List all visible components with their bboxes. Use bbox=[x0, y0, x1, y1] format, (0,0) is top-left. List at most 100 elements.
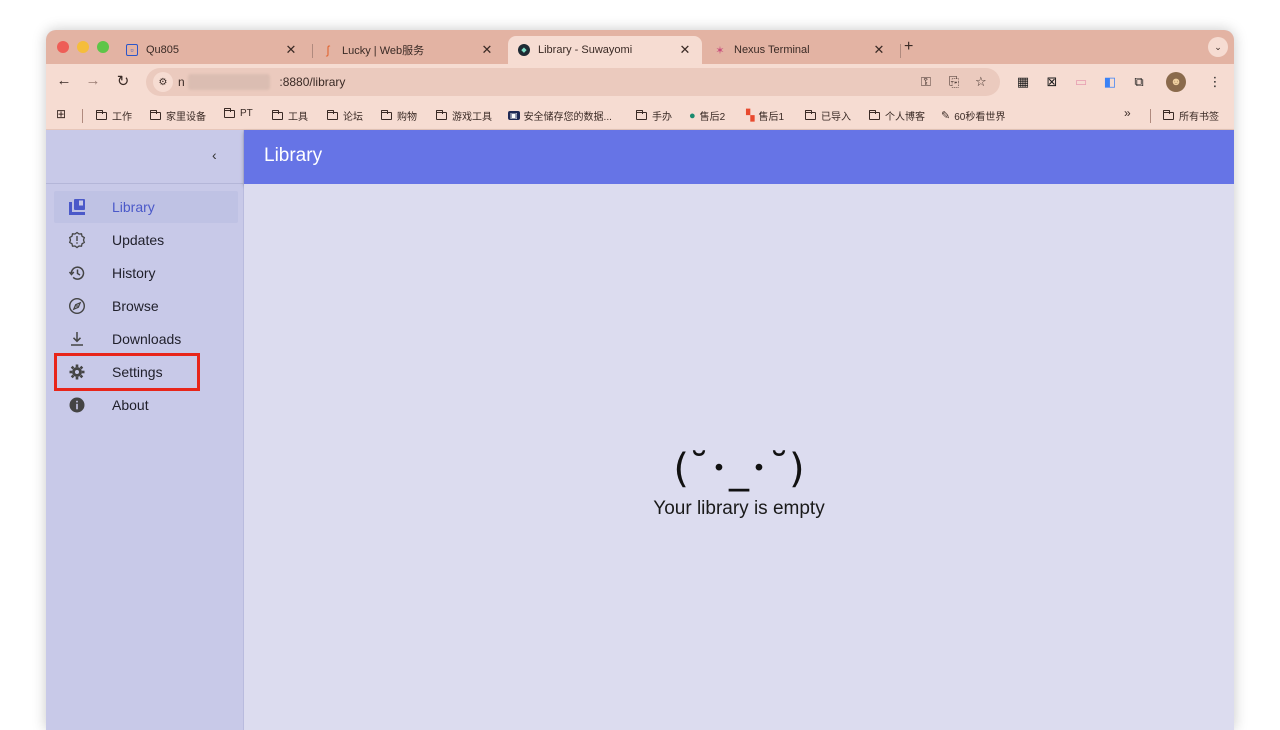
url-text: n :8880/library bbox=[178, 75, 345, 89]
apps-grid-icon[interactable]: ⊞ bbox=[56, 107, 66, 121]
history-icon bbox=[66, 262, 88, 284]
library-content: (˘･_･˘) Your library is empty bbox=[244, 184, 1234, 730]
folder-icon bbox=[869, 109, 880, 120]
zoom-window-button[interactable] bbox=[97, 41, 109, 53]
bookmark-folder[interactable]: PT bbox=[224, 107, 253, 119]
bookmark-link[interactable]: ▣ 安全储存您的数据... bbox=[508, 108, 612, 123]
tab-title: Lucky | Web服务 bbox=[342, 45, 425, 57]
folder-icon bbox=[1163, 109, 1174, 120]
updates-icon bbox=[66, 229, 88, 251]
close-tab-icon[interactable]: ✕ bbox=[678, 42, 692, 58]
all-bookmarks-folder[interactable]: 所有书签 bbox=[1163, 108, 1219, 123]
collapse-sidebar-chevron-icon[interactable]: ‹ bbox=[212, 147, 217, 163]
bookmark-link[interactable]: ● 售后2 bbox=[689, 108, 725, 124]
bookmark-separator bbox=[1150, 109, 1151, 123]
extension-picture-icon[interactable]: ⊠ bbox=[1043, 73, 1061, 91]
url-suffix: :8880/library bbox=[279, 75, 346, 89]
sidebar-item-history[interactable]: History bbox=[54, 257, 238, 289]
new-tab-button[interactable]: + bbox=[904, 38, 913, 56]
sidebar-item-label: Updates bbox=[112, 232, 165, 248]
folder-icon bbox=[805, 109, 816, 120]
page-title: Library bbox=[264, 145, 323, 166]
extension-store-icon[interactable]: ▦ bbox=[1014, 73, 1032, 91]
library-icon bbox=[66, 196, 88, 218]
folder-icon bbox=[224, 107, 235, 118]
browser-tab-suwayomi[interactable]: ◆ Library - Suwayomi ✕ bbox=[508, 36, 702, 64]
minimize-window-button[interactable] bbox=[77, 41, 89, 53]
profile-avatar-icon[interactable]: ☻ bbox=[1166, 72, 1186, 92]
install-app-icon[interactable]: ⎘ bbox=[949, 74, 959, 90]
tab-strip: ▫ Qu805 ✕ ʃ Lucky | Web服务 ✕ ◆ Library - … bbox=[46, 30, 1234, 64]
bookmark-folder[interactable]: 手办 bbox=[636, 108, 672, 123]
app-square-icon: ▫ bbox=[126, 44, 138, 56]
nexus-icon: ✶ bbox=[715, 44, 725, 57]
password-key-icon[interactable]: ⚿ bbox=[921, 74, 931, 90]
sidebar-item-library[interactable]: Library bbox=[54, 191, 238, 223]
bookmark-link[interactable]: ✎ 60秒看世界 bbox=[941, 108, 1005, 123]
sidebar-item-label: Library bbox=[112, 199, 155, 215]
close-tab-icon[interactable]: ✕ bbox=[284, 42, 298, 58]
close-tab-icon[interactable]: ✕ bbox=[872, 42, 886, 58]
sidebar-item-browse[interactable]: Browse bbox=[54, 290, 238, 322]
bookmark-separator bbox=[82, 109, 83, 123]
bookmark-star-icon[interactable]: ☆ bbox=[975, 74, 987, 90]
tab-title: Qu805 bbox=[146, 44, 180, 56]
bookmark-folder[interactable]: 论坛 bbox=[327, 108, 363, 123]
bookmark-folder[interactable]: 购物 bbox=[381, 108, 417, 123]
browser-toolbar: ← → ↻ ⚙ n :8880/library ⚿ ⎘ ☆ ▦ ⊠ ▭ ◧ ⧉ … bbox=[46, 64, 1234, 100]
bookmark-folder[interactable]: 游戏工具 bbox=[436, 108, 492, 123]
folder-icon bbox=[436, 109, 447, 120]
bookmark-link[interactable]: ▚ 售后1 bbox=[746, 108, 784, 123]
browser-tab-nexus[interactable]: ✶ Nexus Terminal ✕ bbox=[704, 36, 896, 64]
sidebar-item-label: History bbox=[112, 265, 156, 281]
folder-icon bbox=[636, 109, 647, 120]
browser-tab-lucky[interactable]: ʃ Lucky | Web服务 ✕ bbox=[312, 36, 504, 64]
address-bar[interactable]: ⚙ n :8880/library ⚿ ⎘ ☆ bbox=[146, 68, 1000, 96]
url-prefix: n bbox=[178, 75, 185, 89]
browse-compass-icon bbox=[66, 295, 88, 317]
tab-separator bbox=[900, 44, 901, 58]
folder-icon bbox=[272, 109, 283, 120]
bookmark-folder[interactable]: 个人博客 bbox=[869, 108, 925, 123]
bookmark-folder[interactable]: 工具 bbox=[272, 108, 308, 123]
forward-arrow-icon[interactable]: → bbox=[83, 72, 103, 89]
extension-blue-icon[interactable]: ◧ bbox=[1101, 73, 1119, 91]
bookmark-folder[interactable]: 已导入 bbox=[805, 108, 851, 123]
suwayomi-icon: ◆ bbox=[518, 44, 530, 56]
browser-tab-qu805[interactable]: ▫ Qu805 ✕ bbox=[116, 36, 308, 64]
app-sidebar: ‹ Library Updates History Browse Downloa… bbox=[46, 130, 244, 730]
folder-icon bbox=[381, 109, 392, 120]
tab-title: Nexus Terminal bbox=[734, 44, 810, 56]
windows-grid-icon: ▚ bbox=[746, 110, 755, 122]
shop-s-icon: ● bbox=[689, 109, 696, 122]
folder-icon bbox=[327, 109, 338, 120]
browser-menu-icon[interactable]: ⋮ bbox=[1206, 73, 1224, 91]
empty-state-message: Your library is empty bbox=[653, 498, 825, 519]
extensions-puzzle-icon[interactable]: ⧉ bbox=[1130, 73, 1148, 91]
bookmarks-bar: ⊞ 工作 家里设备 PT 工具 论坛 购物 游戏工具 ▣ 安全储存您的数据... … bbox=[46, 100, 1234, 130]
bookmark-folder[interactable]: 工作 bbox=[96, 108, 132, 123]
back-arrow-icon[interactable]: ← bbox=[54, 72, 74, 89]
extension-tv-icon[interactable]: ▭ bbox=[1072, 73, 1090, 91]
info-icon bbox=[66, 394, 88, 416]
sidebar-item-label: About bbox=[112, 397, 149, 413]
tab-title: Library - Suwayomi bbox=[538, 44, 633, 56]
app-bar: Library bbox=[244, 130, 1234, 184]
sidebar-item-label: Downloads bbox=[112, 331, 182, 347]
browser-window: ▫ Qu805 ✕ ʃ Lucky | Web服务 ✕ ◆ Library - … bbox=[46, 30, 1234, 730]
vault-icon: ▣ bbox=[508, 111, 520, 120]
sidebar-item-about[interactable]: About bbox=[54, 389, 238, 421]
lucky-icon: ʃ bbox=[326, 43, 330, 57]
sidebar-item-downloads[interactable]: Downloads bbox=[54, 323, 238, 355]
folder-icon bbox=[150, 109, 161, 120]
bookmarks-overflow-icon[interactable]: » bbox=[1124, 106, 1131, 120]
close-tab-icon[interactable]: ✕ bbox=[480, 42, 494, 58]
bookmark-folder[interactable]: 家里设备 bbox=[150, 108, 206, 123]
sidebar-item-updates[interactable]: Updates bbox=[54, 224, 238, 256]
world-news-icon: ✎ bbox=[941, 110, 951, 122]
settings-highlight-box bbox=[54, 353, 200, 391]
reload-icon[interactable]: ↻ bbox=[113, 72, 133, 90]
close-window-button[interactable] bbox=[57, 41, 69, 53]
tab-search-chevron-icon[interactable]: ⌄ bbox=[1208, 37, 1228, 57]
site-settings-icon[interactable]: ⚙ bbox=[153, 72, 173, 92]
